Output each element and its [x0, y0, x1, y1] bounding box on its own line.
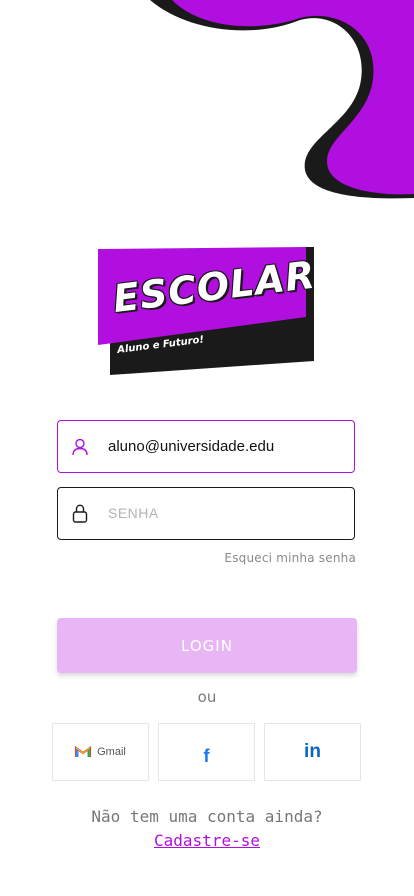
- facebook-icon: f: [203, 745, 210, 766]
- user-icon: [70, 437, 90, 457]
- facebook-login-button[interactable]: f: [158, 723, 255, 781]
- password-field[interactable]: [57, 487, 355, 540]
- email-field[interactable]: [57, 420, 355, 473]
- signup-link[interactable]: Cadastre-se: [0, 831, 414, 850]
- gmail-icon: [75, 746, 92, 757]
- no-account-text: Não tem uma conta ainda?: [91, 807, 323, 826]
- or-separator: ou: [197, 688, 217, 706]
- password-input[interactable]: [108, 505, 338, 522]
- forgot-password-link[interactable]: Esqueci minha senha: [224, 551, 356, 565]
- email-input[interactable]: [108, 438, 338, 455]
- linkedin-icon: in: [304, 741, 321, 762]
- decorative-blob: [150, 0, 414, 199]
- gmail-label: Gmail: [97, 746, 126, 758]
- lock-icon: [70, 504, 90, 524]
- escolar-logo: ESCOLAR Aluno e Futuro!: [96, 245, 318, 377]
- login-screen: ESCOLAR Aluno e Futuro! Esqueci minha se…: [0, 0, 414, 896]
- linkedin-login-button[interactable]: in: [264, 723, 361, 781]
- login-button[interactable]: LOGIN: [57, 618, 357, 673]
- gmail-login-button[interactable]: Gmail: [52, 723, 149, 781]
